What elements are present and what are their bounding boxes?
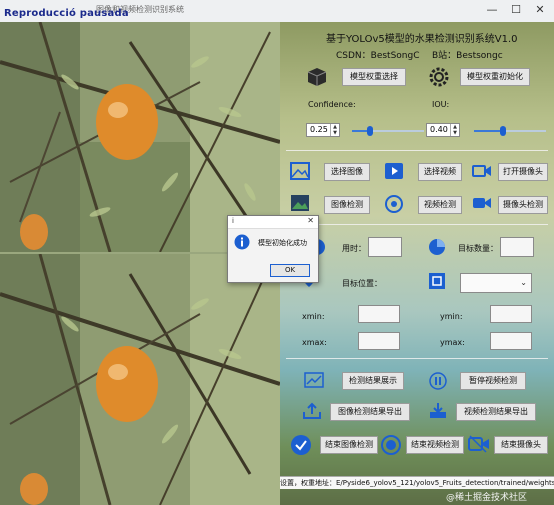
download-icon	[430, 403, 446, 418]
maximize-button[interactable]: ☐	[508, 2, 524, 18]
upload-icon	[303, 402, 321, 419]
target-count-box	[500, 237, 534, 257]
playback-overlay-label: Reproducció pausada	[4, 8, 129, 19]
close-window-button[interactable]: ✕	[532, 2, 548, 18]
csdn-label: CSDN：BestSongC	[336, 51, 420, 61]
export-image-results-button[interactable]: 图像检测结果导出	[330, 403, 410, 421]
xmin-value-box	[358, 305, 400, 323]
select-video-button[interactable]: 选择视频	[418, 163, 462, 181]
confidence-slider[interactable]	[352, 126, 424, 136]
image-detect-button[interactable]: 图像检测	[324, 196, 370, 214]
chevron-down-icon: ⌄	[520, 278, 527, 287]
xmax-label: xmax:	[302, 338, 327, 347]
pie-chart-icon	[429, 239, 445, 255]
check-circle-icon	[291, 435, 311, 455]
watermark: @稀土掘金技术社区	[446, 493, 528, 503]
status-text: 设置，权重地址：E/Pyside6_yolov5_121/yolov5_Frui…	[280, 479, 554, 487]
control-panel: 基于YOLOv5模型的水果检测识别系统V1.0 CSDN：BestSongC B…	[280, 22, 554, 505]
ymin-value-box	[490, 305, 532, 323]
confidence-label: Confidence:	[308, 100, 356, 109]
minimize-button[interactable]: —	[484, 2, 500, 18]
confidence-value: 0.25	[310, 125, 328, 134]
dialog-message: 模型初始化成功	[258, 239, 307, 247]
spin-arrows-icon[interactable]: ▲ ▼	[330, 124, 339, 136]
divider	[286, 224, 548, 225]
xmin-label: xmin:	[302, 312, 325, 321]
status-bar: 设置，权重地址：E/Pyside6_yolov5_121/yolov5_Frui…	[280, 476, 554, 489]
app-heading: 基于YOLOv5模型的水果检测识别系统V1.0	[326, 34, 518, 45]
xmax-value-box	[358, 332, 400, 350]
select-image-button[interactable]: 选择图像	[324, 163, 370, 181]
open-camera-button[interactable]: 打开摄像头	[498, 163, 548, 181]
bilibili-label: B站：Bestsongc	[432, 51, 503, 61]
ymin-label: ymin:	[440, 312, 463, 321]
ymax-value-box	[490, 332, 532, 350]
end-camera-button[interactable]: 结束摄像头	[494, 436, 548, 454]
end-video-detect-button[interactable]: 结束视频检测	[406, 436, 464, 454]
image-icon	[290, 162, 310, 180]
iou-value: 0.40	[430, 125, 448, 134]
result-image-view	[0, 254, 280, 505]
video-detect-button[interactable]: 视频检测	[418, 196, 462, 214]
end-image-detect-button[interactable]: 结束图像检测	[320, 436, 378, 454]
camera-icon	[472, 165, 491, 177]
ymax-label: ymax:	[440, 338, 465, 347]
camera-detect-icon	[473, 198, 491, 208]
confidence-spinbox[interactable]: 0.25 ▲ ▼	[306, 123, 340, 137]
time-value-box	[368, 237, 402, 257]
iou-spinbox[interactable]: 0.40 ▲ ▼	[426, 123, 460, 137]
export-video-results-button[interactable]: 视频检测结果导出	[456, 403, 536, 421]
show-results-button[interactable]: 检测结果展示	[342, 372, 404, 390]
pause-video-button[interactable]: 暂停视频检测	[460, 372, 526, 390]
camera-detect-button[interactable]: 摄像头检测	[498, 196, 548, 214]
camera-off-icon	[468, 435, 489, 453]
chart-line-icon	[304, 372, 324, 388]
init-weights-button[interactable]: 模型权重初始化	[460, 68, 530, 86]
info-dialog: i ✕ 模型初始化成功 OK	[227, 215, 319, 283]
confidence-slider-handle[interactable]	[367, 126, 373, 136]
orange-tree-result-image	[0, 254, 280, 505]
select-weights-button[interactable]: 模型权重选择	[342, 68, 406, 86]
video-detect-icon	[385, 195, 403, 213]
spin-arrows-icon[interactable]: ▲ ▼	[450, 124, 459, 136]
dialog-title-bar: i ✕	[228, 216, 318, 229]
gear-icon	[429, 67, 449, 87]
dialog-title: i	[232, 217, 234, 225]
target-select-dropdown[interactable]: ⌄	[460, 273, 532, 293]
divider	[286, 150, 548, 151]
iou-label: IOU:	[432, 100, 450, 109]
dialog-close-icon[interactable]: ✕	[307, 216, 314, 225]
info-icon	[234, 234, 250, 250]
iou-slider-fill	[474, 130, 503, 132]
image-detect-icon	[291, 195, 309, 211]
target-count-label: 目标数量：	[458, 244, 498, 253]
dialog-ok-button[interactable]: OK	[270, 264, 310, 277]
iou-slider[interactable]	[474, 126, 546, 136]
divider	[286, 358, 548, 359]
stop-circle-icon	[381, 435, 401, 455]
cube-icon	[307, 68, 327, 86]
target-position-label: 目标位置：	[342, 279, 382, 288]
target-icon	[429, 273, 445, 289]
pause-icon	[429, 372, 447, 390]
time-label: 用时：	[342, 244, 366, 253]
iou-slider-handle[interactable]	[500, 126, 506, 136]
video-icon	[385, 163, 403, 179]
app-window: 图像和视频检测识别系统 — ☐ ✕ Reproducció pausada 基于…	[0, 0, 554, 505]
